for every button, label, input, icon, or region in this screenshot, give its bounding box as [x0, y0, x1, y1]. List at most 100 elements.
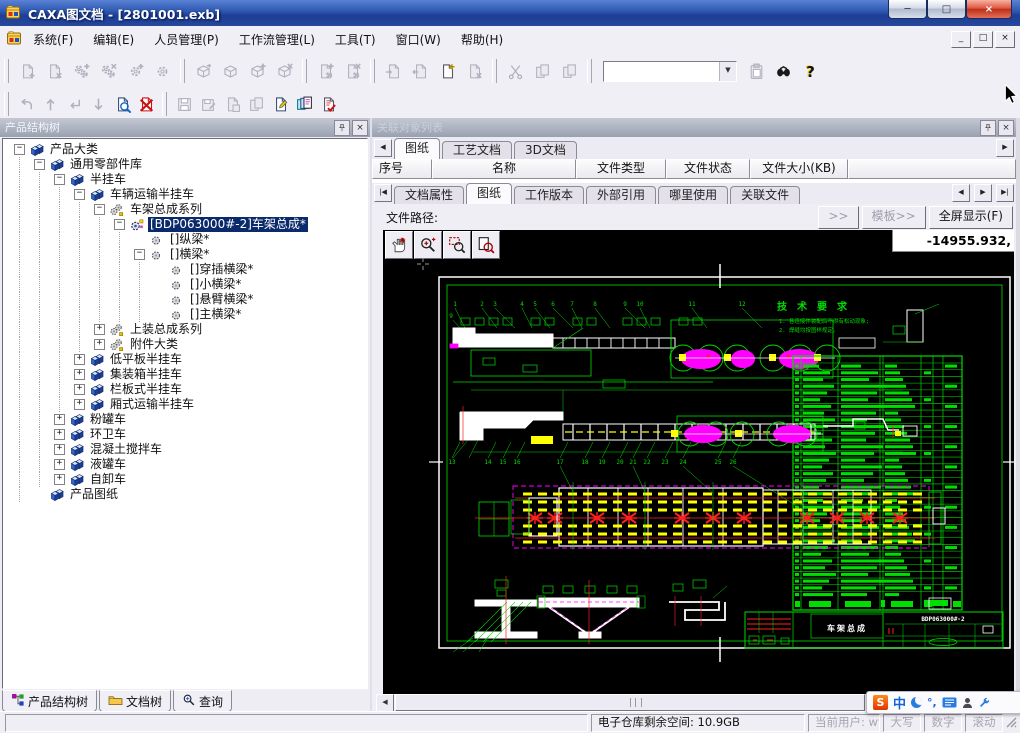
scrollbar-thumb[interactable]	[395, 694, 865, 711]
toolbar-grip[interactable]	[162, 92, 167, 116]
tab-first-icon[interactable]: |◀	[374, 184, 392, 202]
tree-expander[interactable]: −	[69, 187, 89, 202]
collapse-icon[interactable]: −	[14, 144, 25, 155]
tree-expander[interactable]: −	[9, 142, 29, 157]
export-icon[interactable]	[407, 58, 434, 84]
tab-prev-icon[interactable]: ◀	[952, 184, 970, 202]
gear-add-icon[interactable]	[122, 58, 149, 84]
property-tab[interactable]: 图纸	[466, 183, 512, 204]
chevron-down-icon[interactable]: ▼	[719, 62, 736, 81]
property-tab[interactable]: 外部引用	[586, 186, 656, 204]
expand-icon[interactable]: +	[54, 414, 65, 425]
soft-keyboard-icon[interactable]	[942, 697, 957, 708]
tree-expander[interactable]: +	[49, 472, 69, 487]
tree-item[interactable]: +粉罐车	[3, 412, 367, 427]
column-header[interactable]: 序号	[372, 159, 432, 179]
doc-audit-icon[interactable]	[316, 93, 340, 116]
drawing-canvas[interactable]: -14955.932, 12759.892 1234567891011129技 …	[383, 230, 1014, 694]
tree-item[interactable]: −通用零部件库	[3, 157, 367, 172]
import-icon[interactable]	[380, 58, 407, 84]
column-header[interactable]: 文件类型	[576, 159, 666, 179]
doc-save-icon[interactable]	[220, 93, 244, 116]
expand-button[interactable]: >>	[818, 206, 858, 229]
tree-item[interactable]: +环卫车	[3, 427, 367, 442]
tree-item[interactable]: −产品大类	[3, 142, 367, 157]
minimize-button[interactable]: ─	[888, 0, 927, 19]
box-add-icon[interactable]	[244, 58, 271, 84]
panel-tab-search[interactable]: 查询	[173, 690, 232, 712]
arrow-up-icon[interactable]	[38, 93, 62, 116]
tree-item[interactable]: []悬臂横梁*	[3, 292, 367, 307]
collapse-icon[interactable]: −	[34, 159, 45, 170]
property-tab[interactable]: 工作版本	[514, 186, 584, 204]
tab-scroll-right-icon[interactable]: ▶	[996, 139, 1014, 157]
undo-icon[interactable]	[14, 93, 38, 116]
collapse-icon[interactable]: −	[114, 219, 125, 230]
property-tab[interactable]: 文档属性	[394, 186, 464, 204]
pin-icon[interactable]	[334, 120, 350, 136]
tree-item[interactable]: []纵梁*	[3, 232, 367, 247]
gears-delete-icon[interactable]	[95, 58, 122, 84]
half-width-icon[interactable]	[911, 697, 922, 708]
search-combobox[interactable]: ▼	[603, 61, 737, 82]
save-icon[interactable]	[172, 93, 196, 116]
panel-tab-folder[interactable]: 文档树	[99, 690, 171, 712]
tree-item[interactable]: +低平板半挂车	[3, 352, 367, 367]
box-open-icon[interactable]	[190, 58, 217, 84]
resize-grip[interactable]	[1005, 716, 1018, 729]
zoom-all-button[interactable]	[472, 231, 500, 259]
tree-item[interactable]: +液罐车	[3, 457, 367, 472]
settings-wrench-icon[interactable]	[978, 696, 991, 709]
tree-expander[interactable]: +	[69, 397, 89, 412]
collapse-icon[interactable]: −	[74, 189, 85, 200]
property-tab[interactable]: 哪里使用	[658, 186, 728, 204]
expand-icon[interactable]: +	[94, 324, 105, 335]
fullscreen-button[interactable]: 全屏显示(F)	[929, 206, 1013, 229]
expand-icon[interactable]: +	[74, 369, 85, 380]
menu-item[interactable]: 人员管理(P)	[144, 27, 229, 52]
menu-item[interactable]: 帮助(H)	[451, 27, 513, 52]
tree-expander[interactable]: +	[89, 322, 109, 337]
cut-icon[interactable]	[502, 58, 529, 84]
ime-mode-chinese[interactable]: 中	[893, 693, 906, 712]
tab-next-icon[interactable]: ▶	[974, 184, 992, 202]
property-tab[interactable]: 关联文件	[730, 186, 800, 204]
tree-item[interactable]: []主横梁*	[3, 307, 367, 322]
tree-item[interactable]: +栏板式半挂车	[3, 382, 367, 397]
close-icon[interactable]: ×	[998, 120, 1014, 136]
help-icon[interactable]: ??	[797, 58, 824, 84]
save-as-icon[interactable]	[196, 93, 220, 116]
toolbar-grip[interactable]	[587, 59, 592, 83]
tree-item[interactable]: +自卸车	[3, 472, 367, 487]
tree-expander[interactable]: +	[49, 412, 69, 427]
toolbar-grip[interactable]	[302, 59, 307, 83]
panel-tab-tree[interactable]: 产品结构树	[2, 690, 97, 712]
tree-expander[interactable]: +	[69, 367, 89, 382]
expand-icon[interactable]: +	[54, 459, 65, 470]
tree-expander[interactable]: −	[29, 157, 49, 172]
expand-icon[interactable]: +	[74, 354, 85, 365]
tree-expander[interactable]: +	[49, 442, 69, 457]
tree-item[interactable]: +集装箱半挂车	[3, 367, 367, 382]
expand-icon[interactable]: +	[74, 399, 85, 410]
item-add-icon[interactable]	[312, 58, 339, 84]
copy-2-icon[interactable]	[556, 58, 583, 84]
collapse-icon[interactable]: −	[94, 204, 105, 215]
tree-expander[interactable]: −	[89, 202, 109, 217]
tree-expander[interactable]: −	[129, 247, 149, 262]
page-new-icon[interactable]	[434, 58, 461, 84]
voice-input-icon[interactable]	[962, 697, 973, 709]
tree-item[interactable]: −半挂车	[3, 172, 367, 187]
tab-scroll-left-icon[interactable]: ◀	[374, 139, 392, 157]
scroll-left-icon[interactable]: ◀	[376, 694, 394, 712]
expand-icon[interactable]: +	[74, 384, 85, 395]
doc-delete-icon[interactable]	[41, 58, 68, 84]
doc-tab[interactable]: 工艺文档	[442, 141, 512, 159]
find-icon[interactable]	[770, 58, 797, 84]
tree-item[interactable]: []小横梁*	[3, 277, 367, 292]
tree-item[interactable]: []穿插横梁*	[3, 262, 367, 277]
item-delete-icon[interactable]	[339, 58, 366, 84]
tree-item[interactable]: −[]横梁*	[3, 247, 367, 262]
menu-item[interactable]: 系统(F)	[23, 27, 83, 52]
menu-item[interactable]: 工作流管理(L)	[229, 27, 325, 52]
